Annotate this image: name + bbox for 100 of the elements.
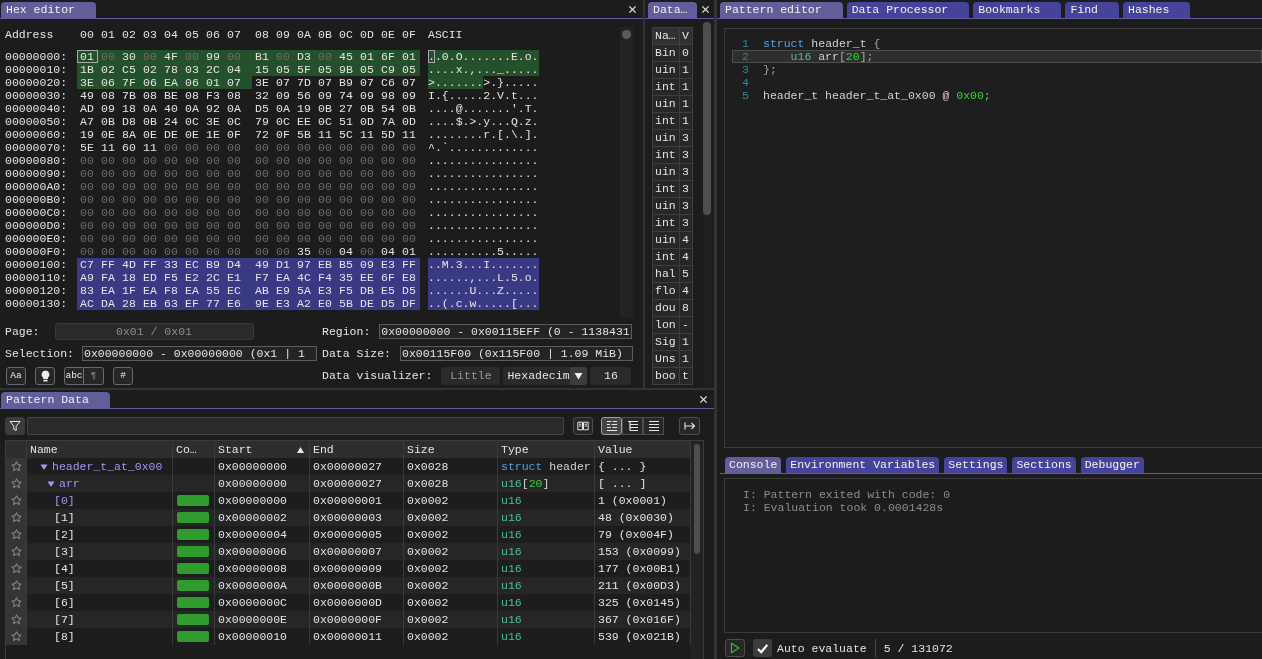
table-row[interactable]: header_t_at_0x00 0x00000000 0x00000027 0x0028 struct header { ... } xyxy=(6,458,691,475)
hex-byte[interactable]: 49 xyxy=(252,258,273,271)
hex-byte[interactable]: 7F xyxy=(119,76,140,89)
hex-byte[interactable]: D5 xyxy=(252,102,273,115)
tree-label[interactable]: [5] xyxy=(54,577,75,594)
hex-byte[interactable]: 1E xyxy=(203,128,224,141)
hex-byte[interactable]: 77 xyxy=(203,297,224,310)
bytes-per-row-field[interactable]: 16 xyxy=(590,366,632,385)
hex-byte[interactable]: EC xyxy=(224,284,252,297)
hex-byte[interactable]: 09 xyxy=(357,89,378,102)
hex-byte[interactable]: 60 xyxy=(119,141,140,154)
hex-byte[interactable]: 11 xyxy=(98,141,119,154)
hex-byte[interactable]: 11 xyxy=(357,128,378,141)
hex-byte[interactable]: 02 xyxy=(140,63,161,76)
table-row[interactable]: [7] 0x0000000E 0x0000000F 0x0002 u16 367 (0x016F) xyxy=(6,611,691,628)
favorite-button[interactable] xyxy=(6,458,27,475)
hex-byte[interactable]: 0B xyxy=(357,102,378,115)
hex-byte[interactable]: 0E xyxy=(182,128,203,141)
hex-byte[interactable]: 05 xyxy=(315,63,336,76)
hex-byte[interactable]: 09 xyxy=(315,89,336,102)
tree-label[interactable]: [8] xyxy=(54,628,75,645)
tree-label[interactable]: header_t_at_0x00 xyxy=(52,458,163,475)
hex-byte[interactable]: D5 xyxy=(378,297,399,310)
code-editor[interactable]: 1 struct header_t { 2 u16 arr[20]; 3 }; 4 5 header_t header_t_at_0x00 @ 0x00; xyxy=(724,28,1262,448)
hex-byte[interactable]: 18 xyxy=(119,102,140,115)
hex-byte[interactable]: 07 xyxy=(357,76,378,89)
hex-byte[interactable]: E8 xyxy=(399,271,420,284)
hex-byte[interactable]: 98 xyxy=(378,89,399,102)
hex-byte[interactable]: 99 xyxy=(203,50,224,63)
hex-byte[interactable]: 3E xyxy=(252,76,273,89)
hex-byte[interactable]: 35 xyxy=(294,245,315,258)
hex-byte[interactable]: 01 xyxy=(399,245,420,258)
hex-byte[interactable]: 49 xyxy=(77,89,98,102)
hex-byte[interactable]: 15 xyxy=(252,63,273,76)
hex-byte[interactable]: 45 xyxy=(336,50,357,63)
hex-byte[interactable]: 1B xyxy=(77,63,98,76)
hex-byte[interactable]: 7D xyxy=(294,76,315,89)
hex-byte[interactable]: 5A xyxy=(294,284,315,297)
hex-byte[interactable]: 97 xyxy=(294,258,315,271)
hex-byte[interactable]: 8A xyxy=(119,128,140,141)
hex-byte[interactable]: 0E xyxy=(140,128,161,141)
hex-byte[interactable]: 4C xyxy=(294,271,315,284)
hex-byte[interactable]: 0C xyxy=(182,115,203,128)
hex-byte[interactable]: 2C xyxy=(203,63,224,76)
hex-byte[interactable]: E2 xyxy=(182,271,203,284)
scrollbar-thumb[interactable] xyxy=(703,22,711,215)
filter-button[interactable] xyxy=(5,417,25,435)
hex-byte[interactable]: C6 xyxy=(378,76,399,89)
hex-byte[interactable]: 3E xyxy=(203,115,224,128)
scrollbar[interactable] xyxy=(691,441,703,659)
hex-byte[interactable]: 5E xyxy=(77,141,98,154)
hex-byte[interactable]: 0A xyxy=(224,102,252,115)
hex-byte[interactable]: EE xyxy=(357,271,378,284)
hex-byte[interactable]: DE xyxy=(357,297,378,310)
hex-byte[interactable]: 32 xyxy=(252,89,273,102)
table-row[interactable]: arr 0x00000000 0x00000027 0x0028 u16[20] [ ... ] xyxy=(6,475,691,492)
hex-byte[interactable]: 0A xyxy=(273,102,294,115)
tab[interactable]: Console xyxy=(725,457,782,473)
hex-byte[interactable]: 01 xyxy=(77,50,98,63)
scrollbar[interactable] xyxy=(620,27,633,318)
hex-byte[interactable]: E6 xyxy=(224,297,252,310)
table-row[interactable]: [4] 0x00000008 0x00000009 0x0002 u16 177 (0x00B1) xyxy=(6,560,691,577)
hex-byte[interactable]: E9 xyxy=(273,284,294,297)
hex-byte[interactable]: DF xyxy=(399,297,420,310)
hex-byte[interactable]: B5 xyxy=(336,258,357,271)
tree-label[interactable]: [6] xyxy=(54,594,75,611)
hex-byte[interactable]: 0E xyxy=(98,128,119,141)
hex-byte[interactable]: B9 xyxy=(203,258,224,271)
hex-byte[interactable]: 6F xyxy=(378,271,399,284)
tab[interactable]: Hex editor xyxy=(1,2,96,18)
hex-byte[interactable]: 06 xyxy=(98,76,119,89)
hex-byte[interactable]: 08 xyxy=(224,89,252,102)
tree-label[interactable]: arr xyxy=(59,475,80,492)
hex-byte[interactable]: EA xyxy=(161,76,182,89)
hex-byte[interactable]: A9 xyxy=(77,271,98,284)
hex-byte[interactable]: 01 xyxy=(399,50,420,63)
hex-byte[interactable]: FF xyxy=(399,258,420,271)
hex-byte[interactable]: E3 xyxy=(315,284,336,297)
hex-byte[interactable]: BE xyxy=(161,89,182,102)
hex-byte[interactable]: EA xyxy=(140,284,161,297)
tab[interactable]: Sections xyxy=(1012,457,1076,473)
hex-byte[interactable]: 30 xyxy=(119,50,140,63)
hex-byte[interactable]: 56 xyxy=(294,89,315,102)
hex-byte[interactable]: 0B xyxy=(399,102,420,115)
tab[interactable]: Bookmarks xyxy=(973,2,1062,18)
hex-byte[interactable]: ED xyxy=(140,271,161,284)
hex-byte[interactable]: AD xyxy=(77,102,98,115)
hex-byte[interactable]: 35 xyxy=(336,271,357,284)
endianness-toggle[interactable]: Little xyxy=(441,366,501,385)
table-row[interactable]: [2] 0x00000004 0x00000005 0x0002 u16 79 (0x004F) xyxy=(6,526,691,543)
hex-byte[interactable]: EF xyxy=(182,297,203,310)
hex-byte[interactable]: EB xyxy=(140,297,161,310)
hex-byte[interactable]: EE xyxy=(294,115,315,128)
hex-byte[interactable]: 63 xyxy=(161,297,182,310)
hex-byte[interactable]: F3 xyxy=(203,89,224,102)
hex-byte[interactable]: 1F xyxy=(119,284,140,297)
tab[interactable]: Settings xyxy=(944,457,1008,473)
hex-byte[interactable]: 09 xyxy=(98,102,119,115)
hex-byte[interactable]: 0F xyxy=(273,128,294,141)
hex-byte[interactable]: DE xyxy=(161,128,182,141)
